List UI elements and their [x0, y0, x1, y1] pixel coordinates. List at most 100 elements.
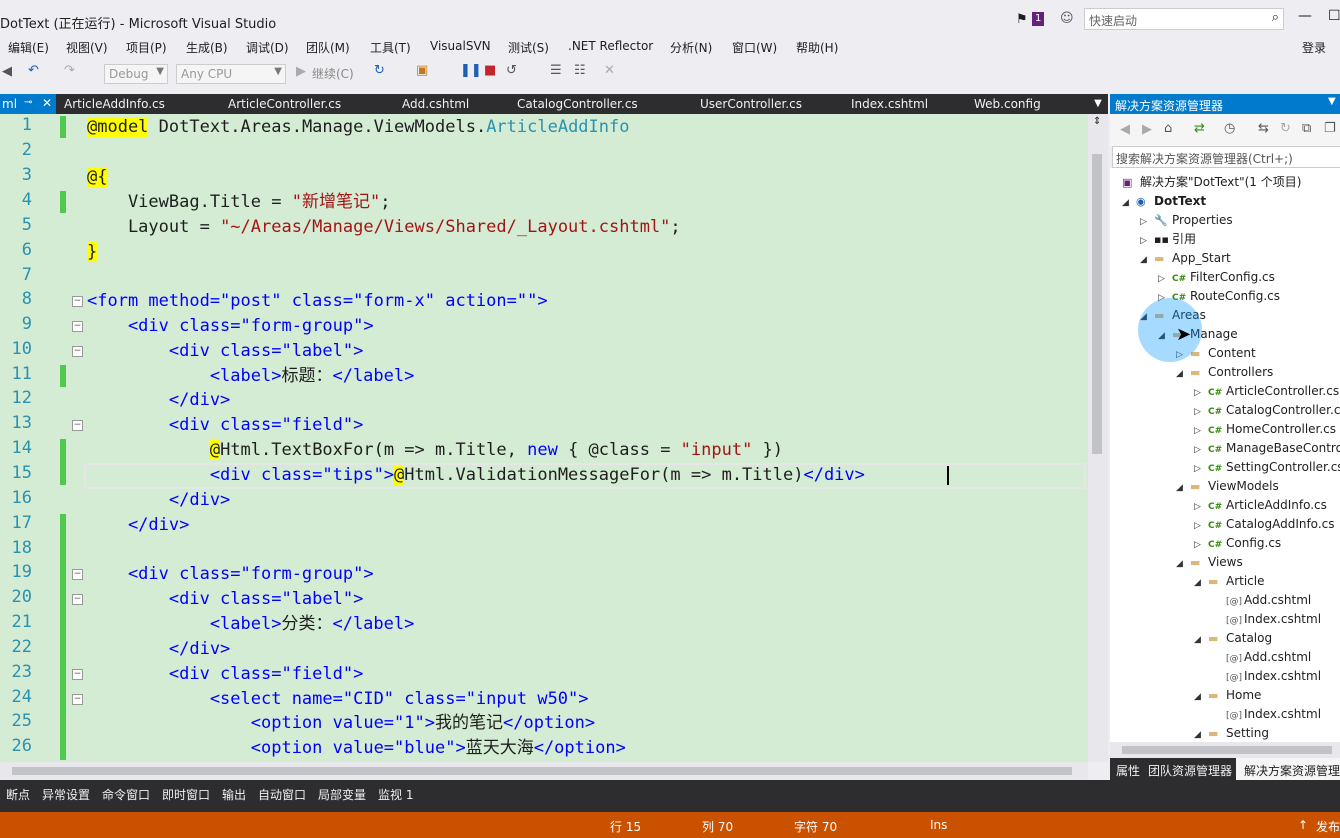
solution-tree[interactable]: ▣ 解决方案"DotText"(1 个项目) ◢ ◉ DotText ▷ 🔧 Proper…	[1110, 168, 1340, 742]
breakpoint-toggle-icon[interactable]: ✕	[604, 63, 615, 78]
tree-item-config[interactable]: ▷ C# Config.cs	[1194, 534, 1281, 552]
menu-test[interactable]: 测试(S)	[508, 39, 549, 56]
continue-button[interactable]: 继续(C)	[312, 65, 354, 82]
expanded-arrow-icon[interactable]: ◢	[1176, 479, 1190, 497]
tab-locals[interactable]: 局部变量	[318, 786, 366, 803]
tab-team-explorer[interactable]: 团队资源管理器	[1148, 762, 1232, 779]
tab-web-config[interactable]: Web.config	[974, 97, 1041, 111]
restart-icon[interactable]: ↺	[506, 63, 517, 78]
menu-debug[interactable]: 调试(D)	[246, 39, 289, 56]
close-icon[interactable]: ✕	[42, 96, 52, 110]
fold-collapse-icon[interactable]: −	[72, 594, 83, 605]
tab-active-document[interactable]: ml ⊸ ✕	[0, 94, 56, 114]
editor-vertical-scrollbar[interactable]: ⇕	[1088, 114, 1108, 762]
fold-collapse-icon[interactable]: −	[72, 669, 83, 680]
menu-window[interactable]: 窗口(W)	[732, 39, 777, 56]
tree-item-home-index-cshtml[interactable]: [@] Index.cshtml	[1226, 705, 1321, 723]
tree-item-catalog-index-cshtml[interactable]: [@] Index.cshtml	[1226, 667, 1321, 685]
editor-horizontal-scrollbar[interactable]	[0, 762, 1088, 780]
tree-item-filterconfig[interactable]: ▷ C# FilterConfig.cs	[1158, 268, 1275, 286]
panel-menu-icon[interactable]: ▼	[1328, 96, 1336, 107]
collapsed-arrow-icon[interactable]: ▷	[1194, 536, 1208, 554]
tab-output[interactable]: 输出	[222, 786, 246, 803]
stop-icon[interactable]: ■	[484, 63, 496, 78]
tab-user-controller[interactable]: UserController.cs	[700, 97, 802, 111]
tree-item-manage-base-controller[interactable]: ▷C#ManageBaseController.cs	[1194, 439, 1340, 457]
sync-icon[interactable]: ⇄	[1194, 121, 1205, 136]
pause-icon[interactable]: ❚❚	[460, 63, 482, 78]
notification-flag-icon[interactable]: ⚑	[1016, 12, 1028, 27]
minimize-button[interactable]: —	[1298, 8, 1312, 24]
collapsed-arrow-icon[interactable]: ▷	[1158, 270, 1172, 288]
configuration-dropdown[interactable]: Debug ▼	[104, 64, 168, 84]
tree-item-catalog-controller[interactable]: ▷ C# CatalogController.cs	[1194, 401, 1340, 419]
menu-team[interactable]: 团队(M)	[306, 39, 350, 56]
tab-properties[interactable]: 属性	[1116, 762, 1140, 779]
code-editor[interactable]: 1 2 3 4 5 6 7 8 9 10 11 12 13 14 15 16 1…	[0, 114, 1088, 762]
menu-build[interactable]: 生成(B)	[186, 39, 228, 56]
forward-icon[interactable]: ▶	[1142, 122, 1152, 137]
menu-help[interactable]: 帮助(H)	[796, 39, 838, 56]
back-icon[interactable]: ◀	[1120, 122, 1130, 137]
tab-article-controller[interactable]: ArticleController.cs	[228, 97, 341, 111]
show-all-files-icon[interactable]: ❐	[1324, 121, 1336, 136]
tree-item-views[interactable]: ◢ ▬ Views	[1176, 553, 1243, 571]
menu-analyze[interactable]: 分析(N)	[670, 39, 712, 56]
split-icon[interactable]: ⇕	[1093, 116, 1101, 127]
maximize-button[interactable]: ☐	[1328, 8, 1340, 24]
tab-exception-settings[interactable]: 异常设置	[42, 786, 90, 803]
tree-item-views-catalog[interactable]: ◢ ▬ Catalog	[1194, 629, 1272, 647]
expanded-arrow-icon[interactable]: ◢	[1176, 555, 1190, 573]
home-icon[interactable]: ⌂	[1164, 121, 1172, 136]
collapsed-arrow-icon[interactable]: ▷	[1194, 517, 1208, 535]
step-into-icon[interactable]: ☰	[550, 63, 562, 78]
login-link[interactable]: 登录	[1302, 39, 1326, 56]
menu-reflector[interactable]: .NET Reflector	[568, 39, 653, 53]
expanded-arrow-icon[interactable]: ◢	[1194, 688, 1208, 706]
expanded-arrow-icon[interactable]: ◢	[1140, 251, 1154, 269]
tree-item-setting-controller[interactable]: ▷ C# SettingController.cs	[1194, 458, 1340, 476]
expanded-arrow-icon[interactable]: ◢	[1194, 631, 1208, 649]
pending-changes-icon[interactable]: ⇆	[1258, 121, 1269, 136]
tab-add-cshtml[interactable]: Add.cshtml	[402, 97, 469, 111]
tab-catalog-controller[interactable]: CatalogController.cs	[517, 97, 638, 111]
refresh-icon[interactable]: ↻	[374, 63, 385, 78]
collapsed-arrow-icon[interactable]: ▷	[1140, 232, 1154, 250]
undo-icon[interactable]: ↶	[28, 63, 39, 78]
tree-item-views-article[interactable]: ◢ ▬ Article	[1194, 572, 1265, 590]
tree-item-article-controller[interactable]: ▷ C# ArticleController.cs	[1194, 382, 1339, 400]
collapse-all-icon[interactable]: ⧉	[1302, 121, 1311, 136]
nav-back-icon[interactable]: ◀	[2, 64, 12, 79]
tree-item-controllers[interactable]: ◢ ▬ Controllers	[1176, 363, 1273, 381]
tree-item-viewmodels[interactable]: ◢ ▬ ViewModels	[1176, 477, 1279, 495]
tree-item-article-add-cshtml[interactable]: [@] Add.cshtml	[1226, 591, 1311, 609]
fold-collapse-icon[interactable]: −	[72, 296, 83, 307]
tree-item-solution[interactable]: ▣ 解决方案"DotText"(1 个项目)	[1122, 173, 1301, 191]
scrollbar-thumb[interactable]	[1122, 746, 1332, 754]
tree-item-views-home[interactable]: ◢ ▬ Home	[1194, 686, 1261, 704]
process-icon[interactable]: ▣	[416, 63, 428, 78]
tab-index-cshtml[interactable]: Index.cshtml	[851, 97, 928, 111]
quick-launch-input[interactable]: 快速启动 ⌕	[1084, 8, 1284, 30]
tree-item-home-controller[interactable]: ▷ C# HomeController.cs	[1194, 420, 1336, 438]
publish-arrow-icon[interactable]: ↑	[1298, 818, 1308, 832]
refresh-icon[interactable]: ↻	[1280, 121, 1291, 136]
fold-collapse-icon[interactable]: −	[72, 420, 83, 431]
fold-collapse-icon[interactable]: −	[72, 694, 83, 705]
tree-item-catalog-add-info[interactable]: ▷ C# CatalogAddInfo.cs	[1194, 515, 1334, 533]
redo-icon[interactable]: ↷	[64, 63, 75, 78]
notification-count[interactable]: 1	[1032, 12, 1045, 26]
collapsed-arrow-icon[interactable]: ▷	[1194, 403, 1208, 421]
tab-autos[interactable]: 自动窗口	[258, 786, 306, 803]
tree-item-properties[interactable]: ▷ 🔧 Properties	[1140, 211, 1233, 229]
menu-project[interactable]: 项目(P)	[126, 39, 167, 56]
tree-item-catalog-add-cshtml[interactable]: [@] Add.cshtml	[1226, 648, 1311, 666]
solution-search-input[interactable]: 搜索解决方案资源管理器(Ctrl+;)	[1112, 146, 1340, 168]
scrollbar-thumb[interactable]	[12, 767, 1072, 775]
platform-dropdown[interactable]: Any CPU ▼	[176, 64, 286, 84]
continue-play-icon[interactable]: ▶	[296, 64, 306, 79]
collapsed-arrow-icon[interactable]: ▷	[1194, 422, 1208, 440]
tree-item-article-index-cshtml[interactable]: [@] Index.cshtml	[1226, 610, 1321, 628]
tree-item-views-setting[interactable]: ◢ ▬ Setting	[1194, 724, 1269, 742]
history-icon[interactable]: ◷	[1224, 121, 1235, 136]
